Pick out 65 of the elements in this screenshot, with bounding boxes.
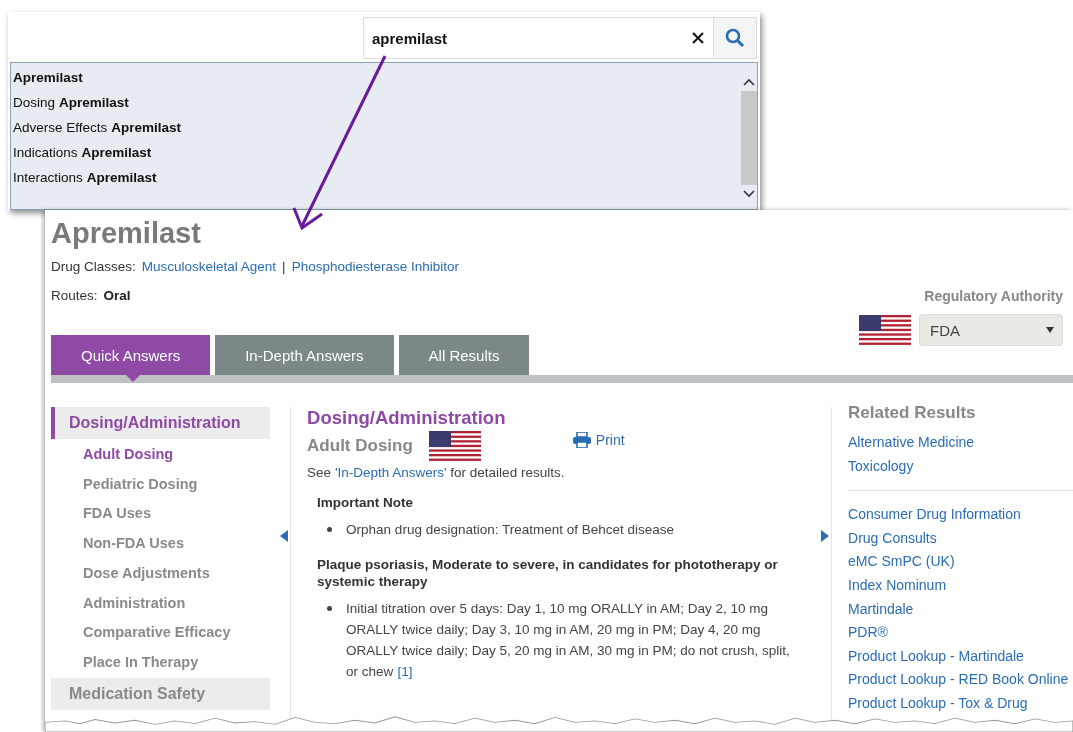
- sidebar-item[interactable]: Dose Adjustments: [51, 558, 271, 589]
- search-icon: [725, 28, 745, 48]
- flag-icon: [428, 431, 481, 461]
- sidebar-item[interactable]: Non-FDA Uses: [51, 529, 271, 559]
- related-results-title: Related Results: [848, 403, 977, 423]
- dropdown-caret-icon: [1046, 327, 1054, 333]
- sidebar-section[interactable]: Medication Safety: [51, 677, 271, 710]
- reference-link[interactable]: [1]: [397, 664, 413, 679]
- tab[interactable]: Quick Answers: [51, 335, 211, 375]
- chevron-up-icon[interactable]: [741, 77, 756, 87]
- clear-button[interactable]: [683, 17, 713, 59]
- related-link[interactable]: Product Lookup - Tox & Drug: [848, 691, 1073, 716]
- bullet-text: Orphan drug designation: Treatment of Behcet disease: [346, 521, 675, 539]
- section-heading: Dosing/Administration: [307, 407, 507, 429]
- topic-heading: Plaque psoriasis, Moderate to severe, in candidates for phototherapy or systemic therapy: [317, 556, 779, 590]
- related-link[interactable]: eMC SmPC (UK): [848, 550, 1073, 574]
- print-link[interactable]: Print: [572, 432, 625, 448]
- bullet-text: Initial titration over 5 days: Day 1, 10 mg ORALLY in AM; Day 2, 10 mg ORALLY twice daily; Day 3, 10 mg in AM, 20 mg in PM; Day 4, 20 mg ORALLY twice daily; Day 5, 20 mg in AM, 30 mg in PM; do not crush, split, or chew [1]: [346, 600, 791, 681]
- suggestion-item[interactable]: Apremilast: [13, 65, 738, 90]
- tab[interactable]: In-Depth Answers: [215, 335, 394, 375]
- drug-class-link[interactable]: Musculoskeletal Agent: [141, 252, 277, 281]
- chevron-down-icon[interactable]: [741, 189, 756, 199]
- caret-left-icon[interactable]: [280, 530, 289, 542]
- topic-heading: Important Note: [317, 494, 415, 511]
- suggestion-item[interactable]: Adverse Effects Apremilast: [13, 115, 738, 140]
- printer-icon: [572, 432, 591, 448]
- related-link[interactable]: Drug Consults: [848, 526, 1073, 551]
- search-button[interactable]: [713, 17, 757, 59]
- routes-value: Oral: [103, 287, 131, 305]
- bullet-dot: [327, 606, 333, 611]
- caret-right-icon[interactable]: [821, 530, 830, 542]
- suggestion-item[interactable]: Interactions Apremilast: [13, 165, 738, 190]
- drug-title: Apremilast: [51, 216, 202, 251]
- related-link[interactable]: Toxicology: [848, 454, 1073, 479]
- tab[interactable]: All Results: [398, 335, 530, 375]
- related-link[interactable]: Alternative Medicine: [848, 431, 1073, 455]
- sidebar-item[interactable]: Comparative Efficacy: [51, 618, 271, 648]
- related-link[interactable]: Product Lookup - RED Book Online: [848, 668, 1073, 692]
- drug-class-link[interactable]: Phosphodiesterase Inhibitor: [291, 252, 459, 281]
- separator: |: [282, 258, 286, 276]
- routes-label: Routes:: [51, 287, 98, 305]
- related-link[interactable]: Consumer Drug Information: [848, 503, 1073, 527]
- in-depth-answers-link[interactable]: 'In-Depth Answers': [334, 465, 447, 480]
- sidebar-item[interactable]: FDA Uses: [51, 499, 271, 530]
- drug-classes-label: Drug Classes:: [51, 258, 136, 276]
- flag-icon: [859, 315, 911, 345]
- related-link[interactable]: Index Nominum: [848, 573, 1073, 598]
- bullet-dot: [327, 527, 333, 532]
- suggestion-item[interactable]: Indications Apremilast: [13, 140, 738, 165]
- sidebar-item[interactable]: Adult Dosing: [51, 440, 271, 470]
- suggestion-item[interactable]: Dosing Apremilast: [13, 90, 738, 115]
- sidebar-item[interactable]: Administration: [51, 588, 271, 619]
- regulatory-authority-dropdown[interactable]: FDA: [919, 314, 1063, 346]
- close-icon: [692, 32, 704, 44]
- search-field[interactable]: apremilast: [363, 17, 683, 59]
- note-text: See 'In-Depth Answers' for detailed results.: [307, 465, 566, 480]
- related-link[interactable]: Martindale: [848, 597, 1073, 622]
- sidebar-item[interactable]: Place In Therapy: [51, 647, 271, 678]
- related-link[interactable]: Product Lookup - Martindale: [848, 644, 1073, 669]
- tab-pointer-icon: [126, 375, 140, 382]
- subsection-heading: Adult Dosing: [307, 436, 413, 456]
- regulatory-authority-label: Regulatory Authority: [924, 288, 1063, 304]
- sidebar-item[interactable]: Pediatric Dosing: [51, 469, 271, 500]
- related-link[interactable]: PDR®: [848, 621, 1073, 645]
- sidebar-section[interactable]: Dosing/Administration: [51, 407, 271, 439]
